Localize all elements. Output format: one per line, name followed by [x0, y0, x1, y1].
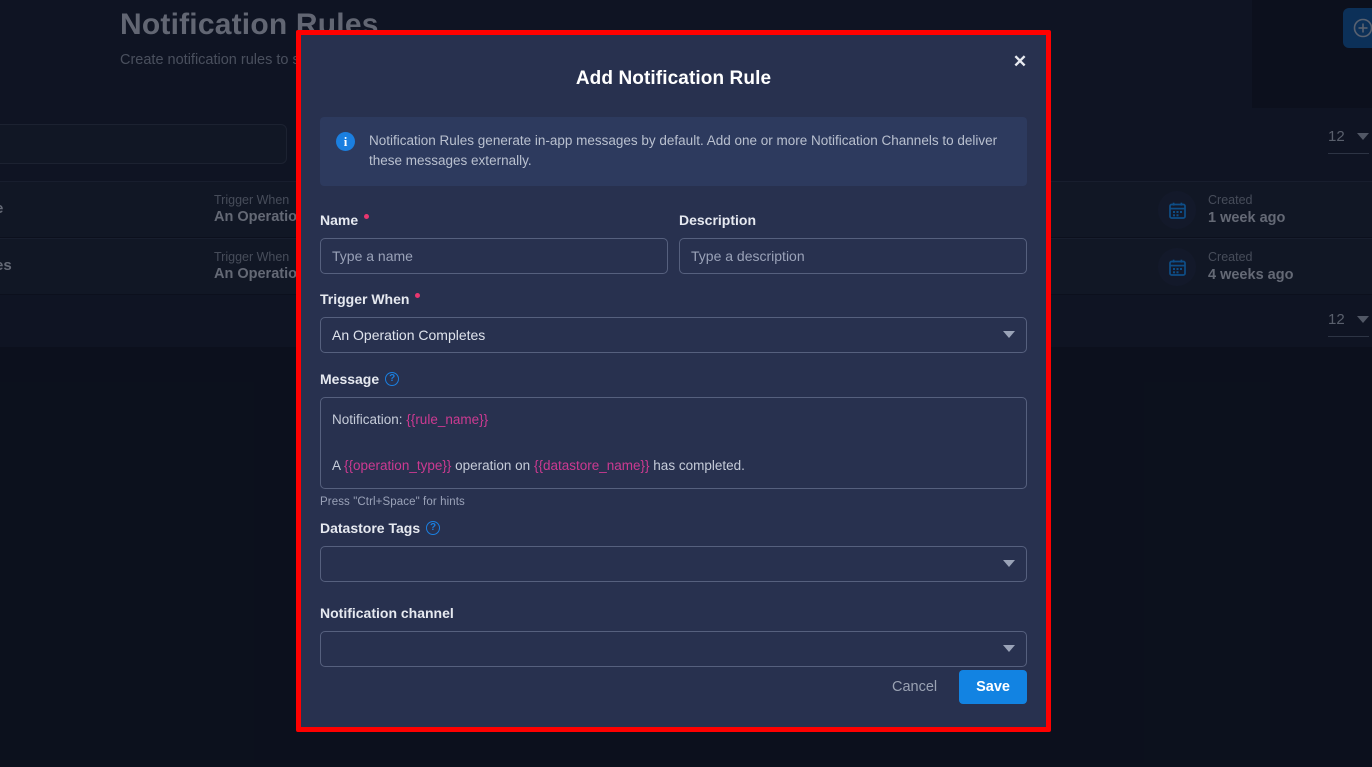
trigger-when-label-row: Trigger When	[320, 291, 1027, 307]
message-line-2: A {{operation_type}} operation on {{data…	[332, 456, 1015, 476]
trigger-when-select[interactable]: An Operation Completes	[320, 316, 1027, 353]
trigger-when-value: An Operation Completes	[332, 326, 486, 343]
datastore-tags-label: Datastore Tags	[320, 519, 421, 536]
chevron-down-icon	[1003, 645, 1015, 653]
close-icon[interactable]: ✕	[1007, 48, 1033, 74]
dialog-footer: Cancel Save	[892, 670, 1027, 704]
datastore-tags-label-row: Datastore Tags ?	[320, 520, 1027, 536]
message-line2-prefix: A	[332, 457, 345, 473]
cancel-button[interactable]: Cancel	[892, 679, 937, 695]
chevron-down-icon	[1003, 560, 1015, 568]
notification-channel-label: Notification channel	[320, 604, 454, 621]
message-label: Message	[320, 370, 380, 387]
notification-channel-field-group: Notification channel	[320, 605, 1027, 667]
save-button[interactable]: Save	[959, 670, 1027, 704]
template-variable-rule-name: {{rule_name}}	[406, 411, 489, 427]
message-line2-mid: operation on	[451, 457, 534, 473]
datastore-tags-field-group: Datastore Tags ?	[320, 520, 1027, 582]
notification-channel-select[interactable]	[320, 630, 1027, 667]
name-description-row: Name Description	[320, 212, 1027, 274]
chevron-down-icon	[1003, 331, 1015, 339]
message-line1-prefix: Notification:	[332, 411, 407, 427]
required-indicator	[364, 213, 370, 219]
datastore-tags-select[interactable]	[320, 545, 1027, 582]
required-indicator	[415, 292, 421, 298]
description-label-row: Description	[679, 212, 1027, 228]
message-line2-suffix: has completed.	[649, 457, 745, 473]
help-circle-icon[interactable]: ?	[426, 520, 441, 535]
name-label-row: Name	[320, 212, 668, 228]
info-banner: i Notification Rules generate in-app mes…	[320, 117, 1027, 186]
help-circle-icon[interactable]: ?	[385, 371, 400, 386]
name-label: Name	[320, 211, 359, 228]
name-field-group: Name	[320, 212, 668, 274]
info-banner-text: Notification Rules generate in-app messa…	[369, 133, 998, 168]
message-field-group: Message ? Notification: {{rule_name}} A …	[320, 371, 1027, 508]
trigger-when-label: Trigger When	[320, 290, 410, 307]
add-notification-rule-dialog: ✕ Add Notification Rule i Notification R…	[296, 30, 1051, 732]
message-line-1: Notification: {{rule_name}}	[332, 410, 1015, 430]
template-variable-operation-type: {{operation_type}}	[344, 457, 452, 473]
template-variable-datastore-name: {{datastore_name}}	[533, 457, 650, 473]
description-field-group: Description	[679, 212, 1027, 274]
message-editor[interactable]: Notification: {{rule_name}} A {{operatio…	[320, 396, 1027, 489]
dialog-title: Add Notification Rule	[575, 68, 772, 89]
message-label-row: Message ?	[320, 371, 1027, 387]
notification-channel-label-row: Notification channel	[320, 605, 1027, 621]
trigger-when-field-group: Trigger When An Operation Completes	[320, 291, 1027, 353]
info-icon: i	[336, 132, 355, 151]
description-label: Description	[679, 211, 757, 228]
description-input[interactable]	[679, 237, 1027, 274]
message-hint: Press "Ctrl+Space" for hints	[320, 495, 465, 508]
name-input[interactable]	[320, 237, 668, 274]
